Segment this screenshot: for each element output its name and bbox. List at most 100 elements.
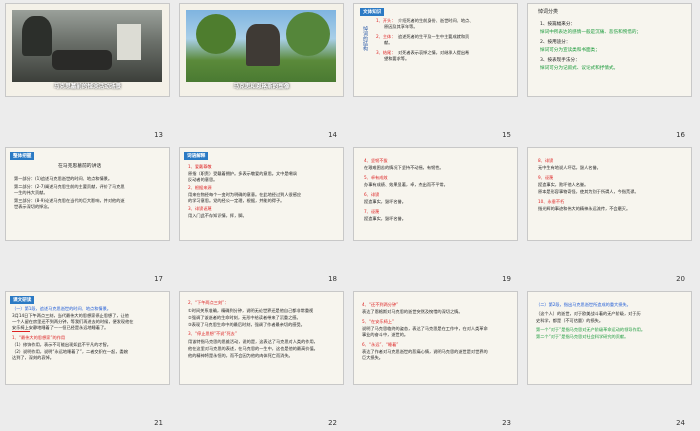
slide-line: 3月14日下午两点三刻，当代最伟大的思想家停止思想了，让他 [12,313,129,318]
slide-line: 6、诽谤 [364,192,380,197]
slide-line: 第二部分：(2-7)阐述马克思生前的主要贡献，评价了马克思 [14,184,125,189]
slide-line: 介绍死者的生前身份、逝世时间、地点、 [398,18,474,23]
slide-line: 安乐椅上安静地睡着了——但已经是永远地睡着了。 [12,325,109,330]
slide-line: 世表示深切的悼念。 [14,204,52,209]
slide-thumbnail-13[interactable]: 马克思墓前的悼念活动场景 13 [6,4,169,139]
slide-line: 悼词可分为记叙式、议论式和抒情式。 [540,66,619,71]
slide-line: 第三部分：(8-9)论述马克思在当代的巨大影响，并对他的逝 [14,198,125,203]
slide-line: 原指（职责）受戴着拥护。多表示敬爱的意思。文中是嘲讽 [188,171,297,176]
slide-line: 无中生有地说人坏话，毁人名誉。 [538,165,601,170]
slide-line: 在艰难困苦的情况下坚持不动摇，有韧性。 [364,165,444,170]
slide-thumbnail-14[interactable]: 马克思和恩格斯的塑像 14 [180,4,343,139]
slide-line: 事业的奋斗中，逝世的。 [362,332,409,337]
slide-line: 望和要求等。 [384,56,410,61]
slide-canvas: 马克思墓前的悼念活动场景 [6,4,169,96]
slide-line: 1、爱戴尊敬 [188,164,212,169]
slide-number: 19 [502,275,511,283]
highlight-underline [12,331,30,332]
slide-line: 5、卓有成效 [364,175,388,180]
slide-line: ①时间关系准确，精确到分钟，说明无论世界还是他自己都非常重视 [188,308,314,313]
slide-line: 他在这里对马克思的表述，在马克思的一生中，这也是他的最高价值。 [188,346,318,351]
slide-number: 22 [328,419,337,427]
slide-line: 献。 [384,40,393,45]
slide-canvas: 4、“还不到两分钟” 表达了恩格斯对马克思的逝世突然及惋惜的深切之情。 5、“在… [354,292,517,384]
slide-line: 9、诬蔑 [538,175,554,180]
slide-canvas: 悼词分类 1、按篇幅来分： 悼词中所表达的感情一般是沉痛、悲伤和惋惜的； 2、按… [528,4,691,96]
slide-line: 用该特指马克思的思维活动，说的是，这表达了马克思对人类的作用， [188,339,318,344]
slide-line: 原因及其享年等。 [384,24,418,29]
slide-line: 表达了恩格斯对马克思的逝世突然及惋惜的深切之情。 [362,309,463,314]
slide-line: （二）第2段，指出马克思逝世所造成的重大损失。 [536,302,631,307]
slide-line: 3、“停止思想”不说“死去” [188,331,238,336]
slide-line: 6、“永远”、“睡着” [362,342,399,347]
slide-line: 捏造事实，毁坏名誉。 [364,199,406,204]
slide-number: 14 [328,131,337,139]
slide-number: 13 [154,131,163,139]
slide-canvas: 8、诽谤 无中生有地说人坏话，毁人名誉。 9、诬蔑 捏造事实，败坏他人名誉。 原… [528,148,691,240]
slide-line: 第二个“对于”是指马克思对社会科学研究的贡献。 [536,334,629,339]
slide-caption: 马克思墓前的悼念活动场景 [53,84,122,90]
slide-line: （这个人）的逝世，对于欧美战斗着的无产阶级，对于历 [536,311,641,316]
slide-side-label: 悼词的结构 [362,26,368,51]
photo-crowd-at-grave [12,10,162,82]
slide-line: 8、诽谤 [538,158,554,163]
slide-tag: 课文研读 [10,296,35,304]
slide-line: 第一个“对于”是指马克思对无产阶级革命运动的领导作用。 [536,327,646,332]
slide-line: 说明了马克思临终的姿态，表达了马克思是在工作中，在对人类革命 [362,326,488,331]
slide-thumbnail-18[interactable]: 词语解释 1、爱戴尊敬 原指（职责）受戴着拥护。多表示敬爱的意思。文中是嘲讽 反… [180,148,343,283]
slide-line: 3、结尾： [376,50,396,55]
slide-line: 悼词中所表达的感情一般是沉痛、悲伤和惋惜的； [540,30,642,35]
slide-line: 史科学，都是（不可估量）的损失。 [536,318,604,323]
slide-number: 15 [502,131,511,139]
slide-thumbnail-15[interactable]: 文体知识 悼词的结构 1、开头： 介绍死者的生前身份、逝世时间、地点、 原因及其… [354,4,517,139]
slide-line: 表达了作者对马克思逝世的悲痛心情，说明马克思的逝世是对世界的 [362,349,488,354]
slide-line: 悼词可分为宣读类和书面类； [540,48,600,53]
slide-line: 2、主体： [376,34,396,39]
slide-title: 在马克思墓前的讲话 [58,164,102,169]
slide-line: 捏造事实，败坏他人名誉。 [538,182,589,187]
slide-number: 17 [154,275,163,283]
slide-line: 2、“下午两点三刻”： [188,300,229,305]
slide-number: 18 [328,275,337,283]
slide-line: 1、按篇幅来分： [540,22,576,27]
slide-line: 1、开头： [376,18,396,23]
slide-tag: 整体把握 [10,152,35,160]
slide-line: ③表现了马克思生命中的最后时刻，强调了作者最亲切的感受。 [188,322,305,327]
slide-number: 21 [154,419,163,427]
slide-line: 办事有成绩、效果显著，卓，杰出而不平常。 [364,182,448,187]
slide-canvas: 整体把握 在马克思墓前的讲话 第一部分：(1)追述马克思逝世的时间、地点和情景。… [6,148,169,240]
slide-thumbnail-20[interactable]: 8、诽谤 无中生有地说人坏话，毁人名誉。 9、诬蔑 捏造事实，败坏他人名誉。 原… [528,148,691,283]
slide-line: 用入门此不存知识情，挥，脚。 [188,213,247,218]
slide-thumbnail-17[interactable]: 整体把握 在马克思墓前的讲话 第一部分：(1)追述马克思逝世的时间、地点和情景。… [6,148,169,283]
slide-line: （一）第1段，追述马克思逝世的时间、地点和情景。 [12,306,111,311]
slide-line: ②强调了该逝者的生命时刻，无形中给读者带来了沉重之感。 [188,315,301,320]
slide-canvas: 词语解释 1、爱戴尊敬 原指（职责）受戴着拥护。多表示敬爱的意思。文中是嘲讽 反… [180,148,343,240]
slide-line: 原本是形容事物奇怪，使其为别于所谓人，今指荒谬。 [538,189,639,194]
slide-line: 达到了，深刻的哀悼。 [12,355,54,360]
slide-thumbnail-24[interactable]: （二）第2段，指出马克思逝世所造成的重大损失。 （这个人）的逝世，对于欧美战斗着… [528,292,691,427]
slide-line: 反动者的意思。 [188,177,218,182]
slide-thumbnail-22[interactable]: 2、“下午两点三刻”： ①时间关系准确，精确到分钟，说明无论世界还是他自己都非常… [180,292,343,427]
slide-line: 第一部分：(1)追述马克思逝世的时间、地点和情景。 [14,176,113,181]
slide-number: 20 [676,275,685,283]
slide-line: 3、诽谤诬蔑 [188,206,212,211]
slide-thumbnail-19[interactable]: 4、坚韧不拔 在艰难困苦的情况下坚持不动摇，有韧性。 5、卓有成效 办事有成绩、… [354,148,517,283]
slide-thumbnail-21[interactable]: 课文研读 （一）第1段，追述马克思逝世的时间、地点和情景。 3月14日下午两点三… [6,292,169,427]
slide-line: 2、按用途分： [540,40,571,45]
slide-thumbnail-23[interactable]: 4、“还不到两分钟” 表达了恩格斯对马克思的逝世突然及惋惜的深切之情。 5、“在… [354,292,517,427]
slide-line: 对死者表示哀悼之情，对继承人提出希 [398,50,470,55]
slide-line: 7、诬蔑 [364,209,380,214]
slide-canvas: 马克思和恩格斯的塑像 [180,4,343,96]
photo-statue [186,10,336,82]
slide-line: 一生的伟大贡献。 [14,190,48,195]
slide-line: 捏造事实，毁坏名誉。 [364,216,406,221]
slide-line: 10、永垂不朽 [538,199,565,204]
slide-number: 24 [676,419,685,427]
slide-canvas: 2、“下午两点三刻”： ①时间关系准确，精确到分钟，说明无论世界还是他自己都非常… [180,292,343,384]
slide-thumbnail-16[interactable]: 悼词分类 1、按篇幅来分： 悼词中所表达的感情一般是沉痛、悲伤和惋惜的； 2、按… [528,4,691,139]
slide-line: 1、“最伟大的思想家”的作用 [12,335,66,340]
slide-canvas: （二）第2段，指出马克思逝世所造成的重大损失。 （这个人）的逝世，对于欧美战斗着… [528,292,691,384]
slide-line: 他的精神将是永恒的，而不会因为他的肉体死亡而消失。 [188,353,293,358]
slide-line: 5、“在安乐椅上” [362,319,395,324]
slide-line: 一个人留在房里还不到两分钟，等我们再进去的时候，便发现他在 [12,319,134,324]
